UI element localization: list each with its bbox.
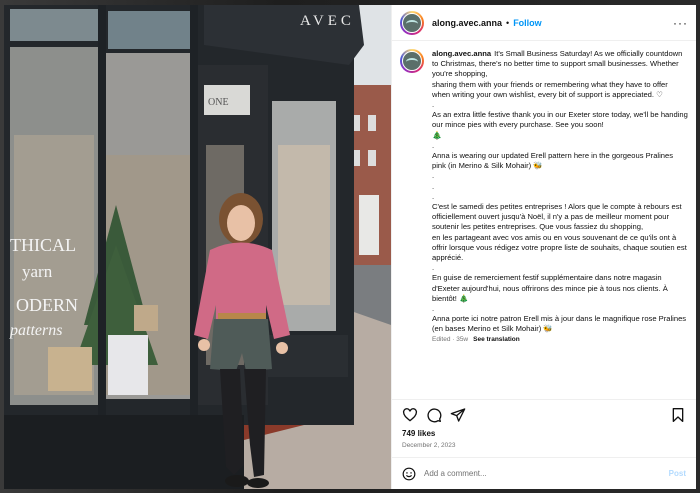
caption-area: along.avec.anna It's Small Business Satur… xyxy=(392,41,696,399)
comment-input[interactable] xyxy=(424,469,669,478)
caption-avatar[interactable] xyxy=(400,49,424,73)
emoji-icon[interactable] xyxy=(402,467,416,481)
caption-paragraph: en les partageant avec vos amis ou en vo… xyxy=(432,232,687,263)
shop-sign: AVEC xyxy=(300,13,355,29)
share-icon[interactable] xyxy=(450,407,466,423)
see-translation-link[interactable]: See translation xyxy=(473,336,520,343)
caption-paragraph: Anna is wearing our updated Erell patter… xyxy=(432,151,674,171)
window-text-2: yarn xyxy=(22,262,53,281)
more-options-icon[interactable]: ··· xyxy=(673,16,688,30)
comment-bar: Post xyxy=(392,457,696,489)
edited-label: Edited · 35w xyxy=(432,335,469,343)
caption-paragraph: Anna porte ici notre patron Erell mis à … xyxy=(432,314,687,334)
tree-emoji: 🎄 xyxy=(432,130,442,140)
caption-paragraph: . xyxy=(432,140,435,150)
caption-paragraph: C'est le samedi des petites entreprises … xyxy=(432,202,682,232)
username-link[interactable]: along.avec.anna xyxy=(432,18,502,28)
caption-paragraph: . xyxy=(432,304,435,314)
bookmark-icon[interactable] xyxy=(670,407,686,423)
window-text-1: THICAL xyxy=(10,235,76,255)
caption-text: along.avec.anna It's Small Business Satur… xyxy=(432,49,688,399)
window-text-4: patterns xyxy=(9,322,62,339)
window-text-3: ODERN xyxy=(16,295,78,315)
caption-paragraph: . xyxy=(432,191,435,201)
follow-button[interactable]: Follow xyxy=(513,18,542,28)
action-bar xyxy=(392,399,696,429)
caption-meta: Edited · 35w See translation xyxy=(432,335,688,345)
post-comment-button[interactable]: Post xyxy=(669,469,686,478)
door-sign: ONE xyxy=(208,97,229,108)
caption-username[interactable]: along.avec.anna xyxy=(432,49,491,58)
caption-paragraph: As an extra little festive thank you in … xyxy=(432,110,688,130)
caption-paragraph: . xyxy=(432,100,435,110)
caption-paragraph: . xyxy=(432,181,435,191)
likes-count[interactable]: 749 likes xyxy=(392,429,696,438)
comment-icon[interactable] xyxy=(426,407,442,423)
avatar[interactable] xyxy=(400,10,424,35)
post-date: December 2, 2023 xyxy=(402,442,456,449)
separator-dot: • xyxy=(506,17,510,28)
caption-paragraph: . xyxy=(432,171,435,181)
caption-paragraph: . xyxy=(432,263,435,273)
post-panel: along.avec.anna • Follow ··· along.avec.… xyxy=(391,5,696,489)
post-header: along.avec.anna • Follow ··· xyxy=(392,5,696,41)
post-modal: AVEC THICAL yarn ODERN patterns ONE alon… xyxy=(4,5,696,489)
caption-paragraph: sharing them with your friends or rememb… xyxy=(432,79,668,99)
post-photo[interactable]: AVEC THICAL yarn ODERN patterns ONE xyxy=(4,5,391,489)
caption-paragraph: En guise de remerciement festif suppléme… xyxy=(432,273,668,303)
heart-icon[interactable] xyxy=(402,407,418,423)
